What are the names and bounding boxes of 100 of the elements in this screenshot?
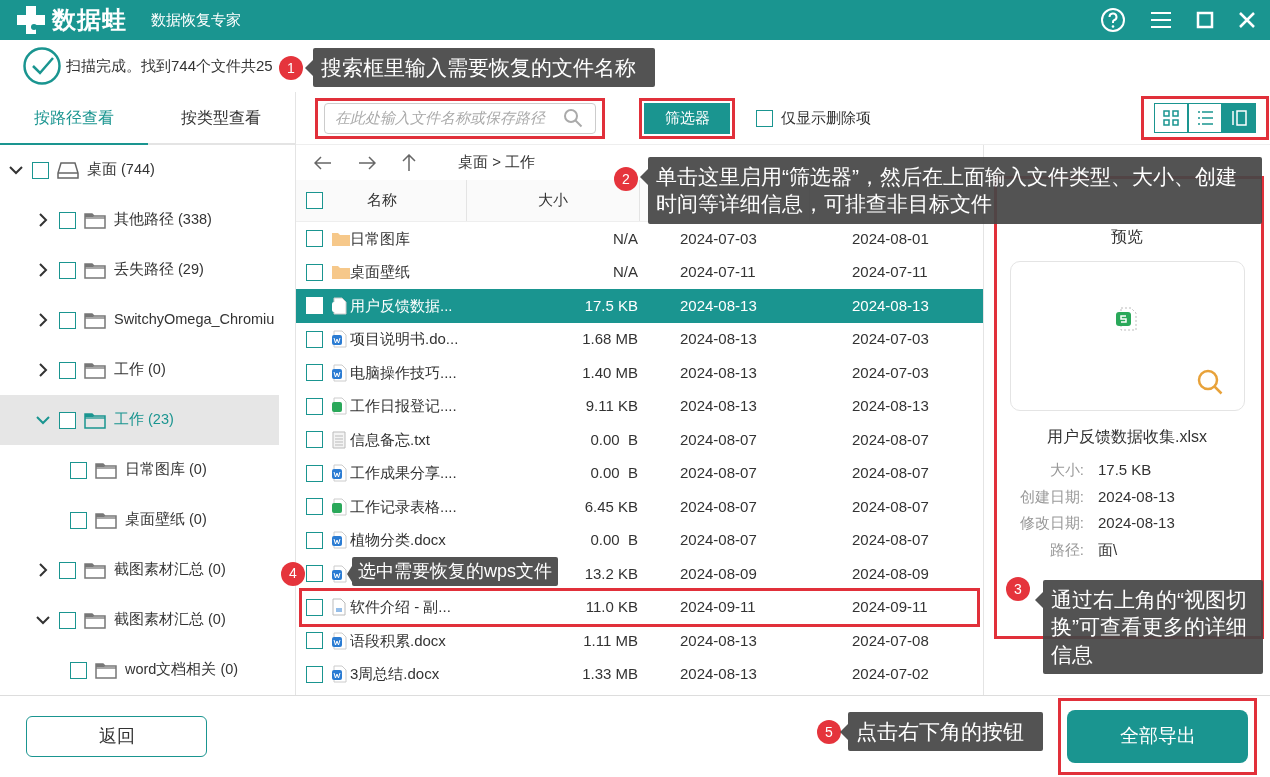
checkbox[interactable] xyxy=(70,661,87,679)
checkbox[interactable] xyxy=(306,364,323,382)
file-name: 电脑操作技巧.... xyxy=(350,362,458,383)
step-number-badge: 5 xyxy=(817,720,841,744)
forward-arrow-icon[interactable] xyxy=(358,155,376,170)
close-icon[interactable] xyxy=(1238,11,1256,29)
export-button[interactable]: 全部导出 xyxy=(1067,710,1248,763)
magnifier-icon[interactable] xyxy=(1195,368,1224,396)
document-file-icon xyxy=(331,598,347,617)
file-row[interactable]: 信息备忘.txt 0.00 B 2024-08-07 2024-08-07 xyxy=(296,423,983,457)
file-row[interactable]: 植物分类.docx 0.00 B 2024-08-07 2024-08-07 xyxy=(296,523,983,557)
view-tab[interactable]: 按类型查看 xyxy=(147,92,295,145)
checkbox[interactable] xyxy=(306,498,323,516)
help-icon[interactable] xyxy=(1100,7,1126,33)
tree-item[interactable]: 截图素材汇总 (0) xyxy=(0,595,279,645)
file-row[interactable]: 工作成果分享.... 0.00 B 2024-08-07 2024-08-07 xyxy=(296,456,983,490)
file-name: 用户反馈数据... xyxy=(350,295,454,316)
checkbox[interactable] xyxy=(70,461,87,479)
drive-icon xyxy=(57,161,79,179)
tree-item[interactable]: word文档相关 (0) xyxy=(0,645,279,695)
file-row[interactable]: 工作日报登记.... 9.11 KB 2024-08-13 2024-08-13 xyxy=(296,389,983,423)
checkbox[interactable] xyxy=(306,263,323,281)
file-name: 植物分类.docx xyxy=(350,530,447,550)
file-row[interactable]: 用户反馈数据... 17.5 KB 2024-08-13 2024-08-13 xyxy=(296,289,983,323)
tree-item[interactable]: 桌面壁纸 (0) xyxy=(0,495,279,545)
checkbox[interactable] xyxy=(306,230,323,248)
tooltip-pointer xyxy=(640,169,648,185)
checkbox[interactable] xyxy=(306,598,323,616)
tree-item[interactable]: 工作 (0) xyxy=(0,345,279,395)
deleted-only-checkbox[interactable]: 仅显示删除项 xyxy=(756,106,871,130)
file-row[interactable]: 工作记录表格.... 6.45 KB 2024-08-07 2024-08-07 xyxy=(296,490,983,524)
created-date: 2024-08-13 xyxy=(679,396,758,416)
checkbox[interactable] xyxy=(59,311,76,329)
checkbox[interactable] xyxy=(59,411,76,429)
file-row[interactable]: 日常图库 N/A 2024-07-03 2024-08-01 xyxy=(296,222,983,256)
folder-icon xyxy=(331,264,351,281)
tree-label: 截图素材汇总 (0) xyxy=(114,610,226,630)
checkbox[interactable] xyxy=(59,261,76,279)
checkbox[interactable] xyxy=(59,611,76,629)
filter-button[interactable]: 筛选器 xyxy=(644,102,730,134)
back-button[interactable]: 返回 xyxy=(26,716,207,757)
modified-date: 2024-08-13 xyxy=(852,295,930,316)
list-view-button[interactable] xyxy=(1188,103,1222,133)
checkbox[interactable] xyxy=(306,632,323,650)
checkbox[interactable] xyxy=(306,665,323,683)
up-arrow-icon[interactable] xyxy=(402,153,416,172)
spreadsheet-file-icon xyxy=(331,397,347,416)
grid-view-button[interactable] xyxy=(1154,103,1188,133)
created-date: 2024-08-13 xyxy=(679,362,758,383)
file-size: 9.11 KB xyxy=(585,396,638,416)
list-icon xyxy=(1197,110,1213,126)
file-row[interactable]: 桌面壁纸 N/A 2024-07-11 2024-07-11 xyxy=(296,255,983,289)
status-text: 扫描完成。找到744个文件共25 xyxy=(66,55,273,76)
back-arrow-icon[interactable] xyxy=(314,155,332,170)
checkbox[interactable] xyxy=(59,211,76,229)
tree-item[interactable]: 丢失路径 (29) xyxy=(0,245,279,295)
spreadsheet-file-icon xyxy=(1114,307,1137,331)
file-row[interactable]: 项目说明书.do... 1.68 MB 2024-08-13 2024-07-03 xyxy=(296,322,983,356)
column-header: 大小 xyxy=(538,190,568,211)
file-size: 0.00 B xyxy=(590,530,638,550)
tree-label: 桌面壁纸 (0) xyxy=(125,510,207,530)
modified-date: 2024-08-13 xyxy=(852,396,930,416)
view-tab[interactable]: 按路径查看 xyxy=(0,92,148,145)
tree-item[interactable]: SwitchyOmega_Chromiu xyxy=(0,295,279,345)
preview-title: 预览 xyxy=(1110,227,1144,247)
tree-item[interactable]: 其他路径 (338) xyxy=(0,195,279,245)
preview-view-button[interactable] xyxy=(1222,103,1256,133)
checkbox[interactable] xyxy=(306,565,323,583)
file-row[interactable]: 软件介绍 - 副... 11.0 KB 2024-09-11 2024-09-11 xyxy=(296,590,983,624)
modified-date: 2024-09-11 xyxy=(852,597,929,617)
checkbox[interactable] xyxy=(70,511,87,529)
checkbox[interactable] xyxy=(306,464,323,482)
file-name: 工作成果分享.... xyxy=(350,463,458,483)
checkbox[interactable] xyxy=(306,531,323,549)
maximize-icon[interactable] xyxy=(1196,11,1214,29)
tree-item[interactable]: 截图素材汇总 (0) xyxy=(0,545,279,595)
callout-tooltip: 搜索框里输入需要恢复的文件名称 xyxy=(313,48,655,88)
tree-item[interactable]: 日常图库 (0) xyxy=(0,445,279,495)
checkbox[interactable] xyxy=(306,330,323,348)
file-row[interactable]: 语段积累.docx 1.11 MB 2024-08-13 2024-07-08 xyxy=(296,624,983,658)
file-size: 11.0 KB xyxy=(585,597,638,617)
word-file-icon xyxy=(331,363,347,382)
modified-date: 2024-08-09 xyxy=(852,563,930,584)
menu-icon[interactable] xyxy=(1150,11,1172,29)
file-row[interactable]: 电脑操作技巧.... 1.40 MB 2024-08-13 2024-07-03 xyxy=(296,356,983,390)
file-name: 软件介绍 - 副... xyxy=(350,597,452,617)
tooltip-pointer xyxy=(1035,592,1043,608)
checkbox[interactable] xyxy=(306,397,323,415)
select-all-checkbox[interactable] xyxy=(306,192,323,209)
file-row[interactable]: 3周总结.docx 1.33 MB 2024-08-13 2024-07-02 xyxy=(296,657,983,691)
checkbox[interactable] xyxy=(32,161,49,179)
checkbox[interactable] xyxy=(306,431,323,449)
modified-date: 2024-08-07 xyxy=(852,530,930,550)
checkbox[interactable] xyxy=(59,361,76,379)
created-date: 2024-09-11 xyxy=(679,597,757,617)
created-date: 2024-08-07 xyxy=(679,429,758,450)
search-field[interactable]: 在此处输入文件名称或保存路径 xyxy=(324,102,596,134)
tree-item[interactable]: 桌面 (744) xyxy=(0,145,279,195)
callout-tooltip: 通过右上角的“视图切换”可查看更多的详细信息 xyxy=(1043,580,1263,674)
checkbox[interactable] xyxy=(59,561,76,579)
